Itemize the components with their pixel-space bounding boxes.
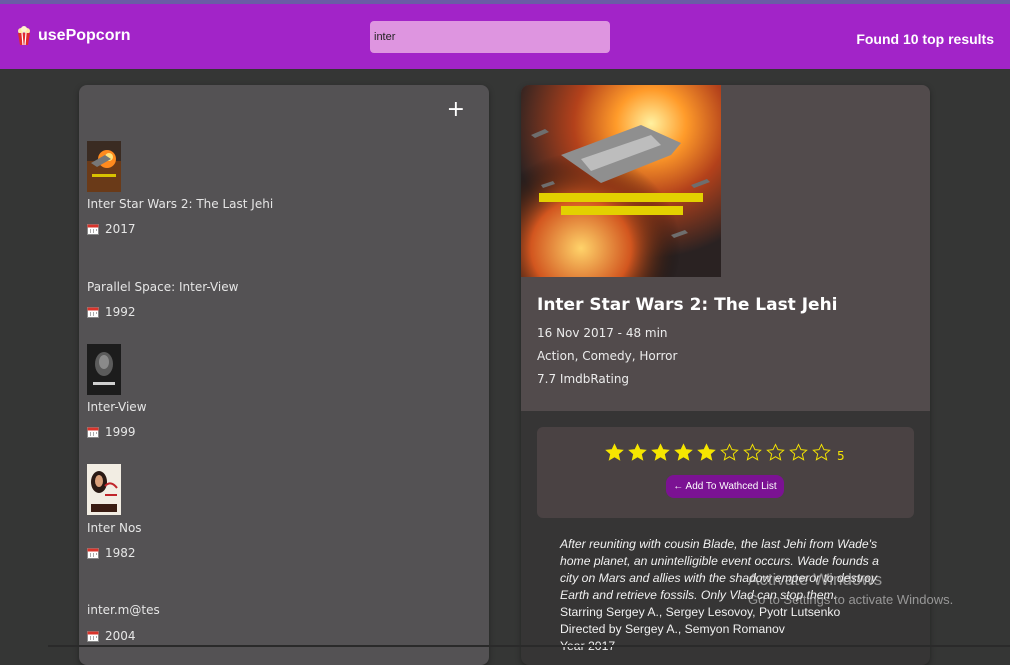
movie-list-box: + Inter Star Wars 2: The Last Jehi 2017 … bbox=[79, 85, 489, 665]
year-label: 1992 bbox=[105, 305, 136, 319]
movie-poster bbox=[87, 344, 121, 395]
released-runtime: 16 Nov 2017 - 48 min bbox=[537, 326, 668, 340]
directed-by: Directed by Sergey A., Semyon Romanov bbox=[560, 622, 785, 636]
star-filled-icon[interactable] bbox=[674, 443, 693, 462]
movie-year: 2017 bbox=[87, 222, 136, 236]
app-name: usePopcorn bbox=[38, 27, 131, 44]
movie-poster bbox=[87, 464, 121, 515]
year-label: 1982 bbox=[105, 546, 136, 560]
star-filled-icon[interactable] bbox=[628, 443, 647, 462]
star-empty-icon[interactable] bbox=[766, 443, 785, 462]
rating-box: 5 ← Add To Wathced List bbox=[537, 427, 914, 518]
movie-year: 1999 bbox=[87, 425, 136, 439]
movie-title[interactable]: Parallel Space: Inter-View bbox=[87, 280, 238, 294]
movie-poster bbox=[87, 141, 121, 192]
movie-year: 1992 bbox=[87, 305, 136, 319]
star-empty-icon[interactable] bbox=[789, 443, 808, 462]
movie-detail-title: Inter Star Wars 2: The Last Jehi bbox=[537, 295, 838, 315]
year-label: 2017 bbox=[105, 222, 136, 236]
year-label: 1999 bbox=[105, 425, 136, 439]
imdb-rating: 7.7 ImdbRating bbox=[537, 372, 630, 386]
list-item[interactable] bbox=[87, 344, 121, 395]
calendar-icon bbox=[87, 548, 99, 559]
movie-title[interactable]: inter.m@tes bbox=[87, 603, 160, 617]
movie-year: 1982 bbox=[87, 546, 136, 560]
toggle-list-button[interactable]: + bbox=[447, 97, 465, 123]
results-count: Found 10 top results bbox=[856, 31, 994, 47]
movie-title: Inter-View bbox=[87, 400, 147, 414]
star-filled-icon[interactable] bbox=[697, 443, 716, 462]
movie-year: 2004 bbox=[87, 629, 136, 643]
movie-details-box: Inter Star Wars 2: The Last Jehi 16 Nov … bbox=[521, 85, 930, 665]
star-empty-icon[interactable] bbox=[812, 443, 831, 462]
list-item[interactable] bbox=[87, 464, 121, 515]
calendar-icon bbox=[87, 631, 99, 642]
details-header: Inter Star Wars 2: The Last Jehi 16 Nov … bbox=[521, 85, 930, 411]
rating-value: 5 bbox=[837, 449, 845, 463]
year-label: 2004 bbox=[105, 629, 136, 643]
plot-description: After reuniting with cousin Blade, the l… bbox=[560, 537, 879, 602]
calendar-icon bbox=[87, 224, 99, 235]
star-rating bbox=[605, 443, 831, 462]
star-filled-icon[interactable] bbox=[605, 443, 624, 462]
popcorn-icon bbox=[18, 26, 30, 46]
movie-plot: After reuniting with cousin Blade, the l… bbox=[560, 536, 900, 655]
star-empty-icon[interactable] bbox=[743, 443, 762, 462]
star-filled-icon[interactable] bbox=[651, 443, 670, 462]
movie-title: Inter Nos bbox=[87, 521, 142, 535]
star-empty-icon[interactable] bbox=[720, 443, 739, 462]
movie-title: Inter Star Wars 2: The Last Jehi bbox=[87, 197, 274, 211]
movie-poster-large bbox=[521, 85, 721, 277]
starring: Starring Sergey A., Sergey Lesovoy, Pyot… bbox=[560, 605, 841, 619]
calendar-icon bbox=[87, 307, 99, 318]
navbar: usePopcorn Found 10 top results bbox=[0, 4, 1010, 69]
genre: Action, Comedy, Horror bbox=[537, 349, 678, 363]
list-item[interactable] bbox=[87, 141, 121, 192]
add-to-watched-button[interactable]: ← Add To Wathced List bbox=[666, 475, 784, 498]
logo: usePopcorn bbox=[16, 26, 130, 46]
calendar-icon bbox=[87, 427, 99, 438]
search-input[interactable] bbox=[370, 21, 610, 53]
